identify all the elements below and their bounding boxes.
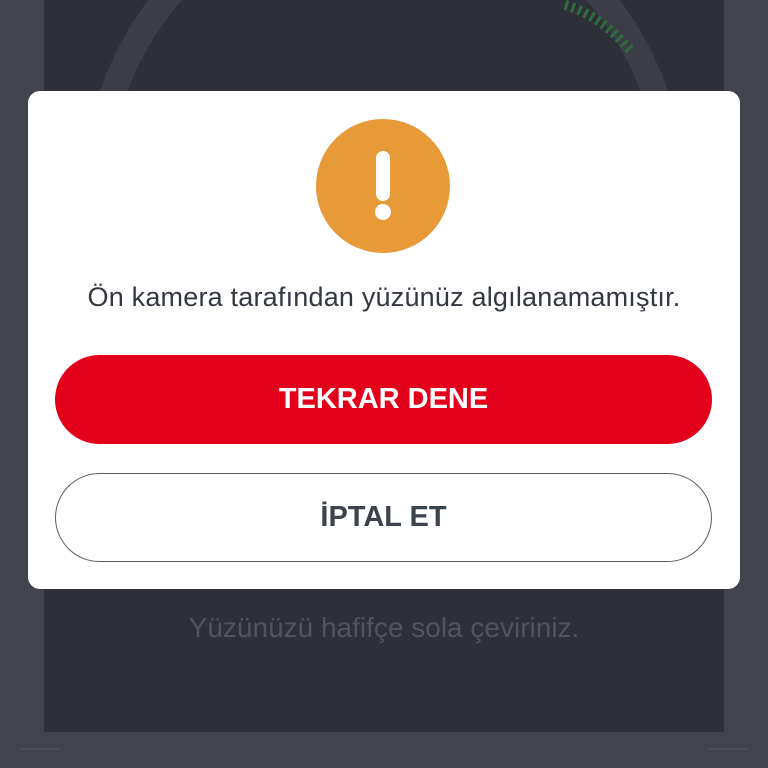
exclamation-icon bbox=[316, 119, 450, 253]
dialog-message: Ön kamera tarafından yüzünüz algılanamam… bbox=[87, 282, 681, 312]
bottom-divider-right bbox=[708, 748, 748, 750]
face-scan-progress-arc bbox=[563, 0, 634, 54]
face-direction-hint: Yüzünüzü hafifçe sola çeviriniz. bbox=[188, 612, 580, 643]
bottom-bar bbox=[0, 732, 768, 768]
bottom-divider-left bbox=[20, 748, 60, 750]
cancel-button[interactable]: İPTAL ET bbox=[55, 473, 712, 562]
retry-button[interactable]: TEKRAR DENE bbox=[55, 355, 712, 444]
